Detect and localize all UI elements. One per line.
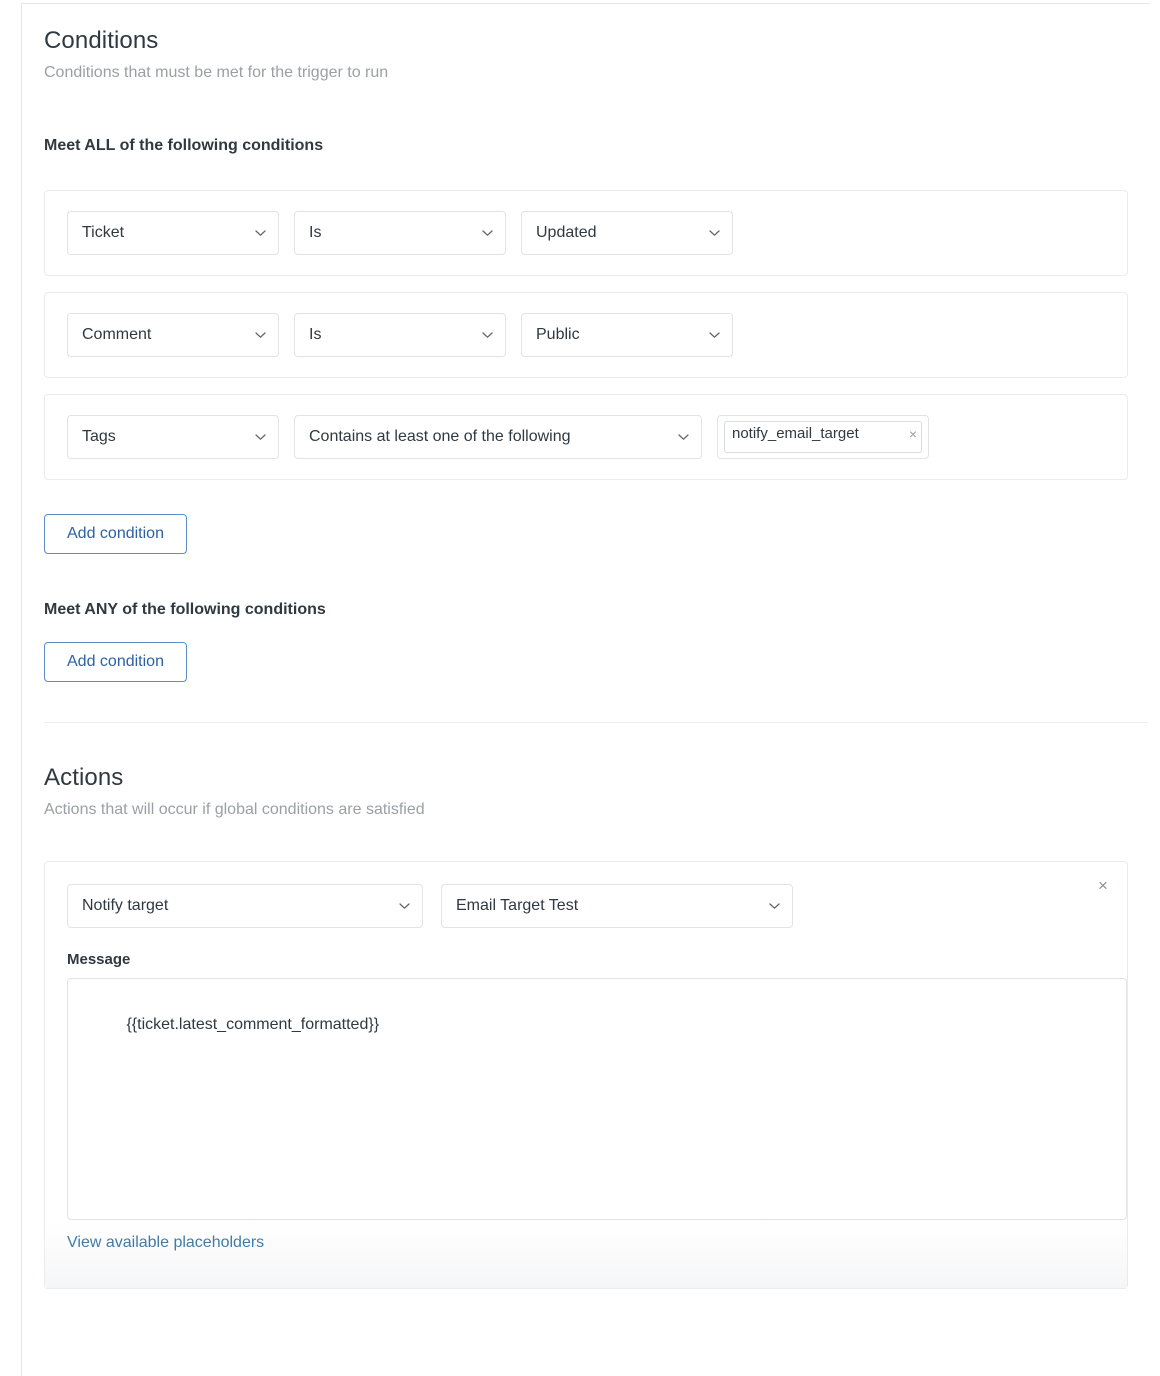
actions-subtitle: Actions that will occur if global condit… [44, 799, 1128, 821]
action-type-select[interactable]: Notify target [67, 884, 423, 928]
action-selectors-row: Notify target Email Target Test [67, 884, 1105, 928]
condition-value-text: Public [536, 326, 580, 344]
condition-field-select[interactable]: Comment [67, 313, 279, 357]
action-type-value: Notify target [82, 897, 168, 915]
conditions-title: Conditions [44, 26, 1128, 56]
condition-operator-select[interactable]: Is [294, 313, 506, 357]
condition-row: Comment Is Public [44, 292, 1128, 378]
condition-operator-select[interactable]: Is [294, 211, 506, 255]
chevron-down-icon [709, 230, 720, 237]
condition-field-select[interactable]: Tags [67, 415, 279, 459]
action-card: × Notify target Email Target Test [44, 861, 1128, 1289]
tag-chip[interactable]: notify_email_target × [724, 421, 922, 453]
condition-operator-select[interactable]: Contains at least one of the following [294, 415, 702, 459]
condition-field-value: Comment [82, 326, 151, 344]
meet-all-label: Meet ALL of the following conditions [44, 136, 1128, 156]
chevron-down-icon [678, 434, 689, 441]
conditions-section: Conditions Conditions that must be met f… [22, 4, 1150, 1289]
chevron-down-icon [399, 903, 410, 910]
chevron-down-icon [255, 434, 266, 441]
message-textarea[interactable]: {{ticket.latest_comment_formatted}} [67, 978, 1127, 1220]
chevron-down-icon [255, 230, 266, 237]
condition-value-text: Updated [536, 224, 597, 242]
resize-handle-icon[interactable] [1110, 1203, 1124, 1217]
tag-multiselect-input[interactable]: notify_email_target × [717, 415, 929, 459]
condition-field-value: Ticket [82, 224, 124, 242]
close-icon[interactable]: × [1093, 876, 1113, 896]
meet-any-label: Meet ANY of the following conditions [44, 600, 1128, 620]
chevron-down-icon [482, 332, 493, 339]
conditions-subtitle: Conditions that must be met for the trig… [44, 62, 1128, 84]
condition-field-select[interactable]: Ticket [67, 211, 279, 255]
tag-chip-label: notify_email_target [732, 425, 907, 443]
add-condition-all-button[interactable]: Add condition [44, 514, 187, 554]
chevron-down-icon [482, 230, 493, 237]
condition-row: Ticket Is Updated [44, 190, 1128, 276]
condition-operator-value: Is [309, 224, 321, 242]
condition-value-select[interactable]: Updated [521, 211, 733, 255]
close-icon[interactable]: × [907, 425, 917, 443]
content-area: Conditions Conditions that must be met f… [22, 4, 1150, 1289]
chevron-down-icon [255, 332, 266, 339]
actions-title: Actions [44, 763, 1128, 793]
condition-row: Tags Contains at least one of the follow… [44, 394, 1128, 480]
condition-field-value: Tags [82, 428, 116, 446]
condition-operator-value: Is [309, 326, 321, 344]
condition-operator-value: Contains at least one of the following [309, 428, 571, 446]
condition-value-select[interactable]: Public [521, 313, 733, 357]
action-target-select[interactable]: Email Target Test [441, 884, 793, 928]
view-placeholders-link[interactable]: View available placeholders [67, 1234, 264, 1251]
action-card-footer: View available placeholders [45, 1220, 1127, 1288]
message-textarea-value: {{ticket.latest_comment_formatted}} [126, 1016, 379, 1033]
add-condition-any-button[interactable]: Add condition [44, 642, 187, 682]
chevron-down-icon [709, 332, 720, 339]
message-label: Message [67, 950, 1105, 970]
trigger-editor-page: Conditions Conditions that must be met f… [0, 0, 1160, 1376]
action-target-value: Email Target Test [456, 897, 578, 915]
chevron-down-icon [769, 903, 780, 910]
